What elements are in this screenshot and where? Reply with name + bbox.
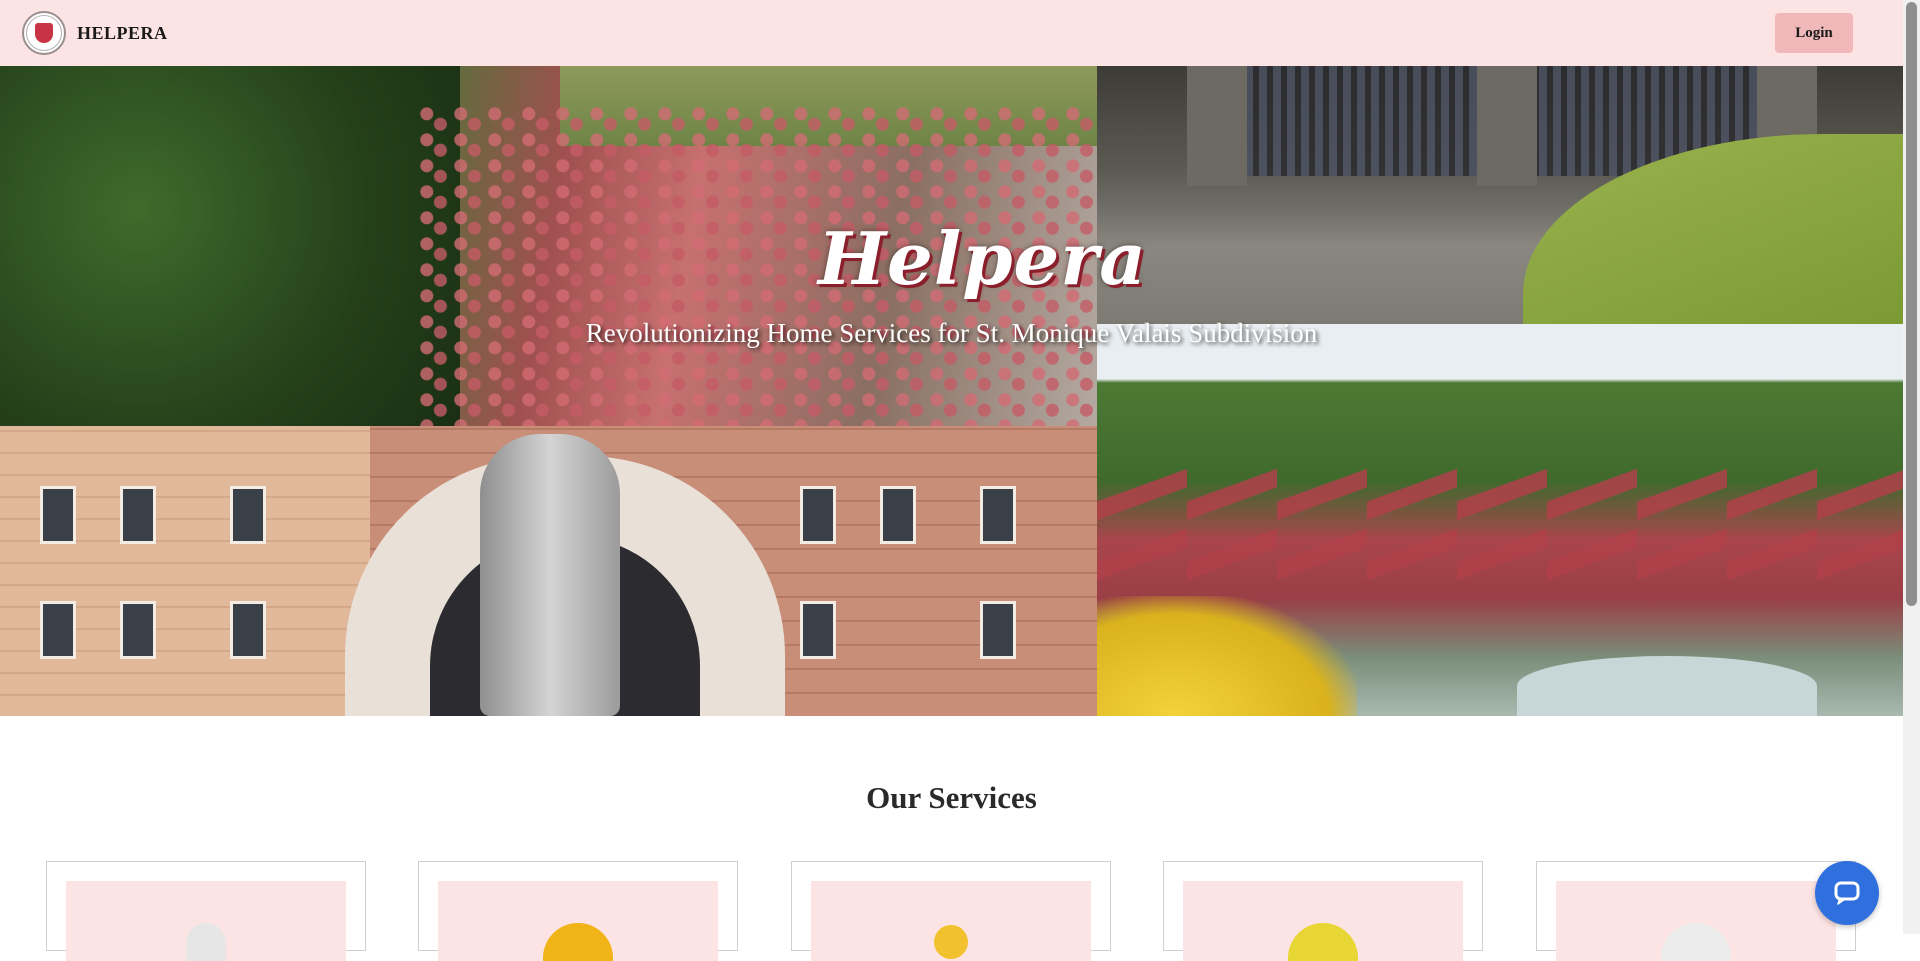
service-card[interactable]: [418, 861, 738, 961]
service-thumbnail: [811, 881, 1091, 961]
scrollbar-thumb[interactable]: [1906, 2, 1917, 606]
hard-hat-icon: [543, 923, 613, 961]
hero-image-houses-court: [1097, 324, 1903, 716]
service-thumbnail: [1556, 881, 1836, 961]
hero-subtitle: Revolutionizing Home Services for St. Mo…: [585, 318, 1318, 348]
service-thumbnail: [438, 881, 718, 961]
ball-icon: [1288, 923, 1358, 961]
services-heading: Our Services: [866, 780, 1037, 815]
login-button[interactable]: Login: [1775, 13, 1853, 53]
hero-title: Helpera: [818, 216, 1147, 301]
chat-button[interactable]: [1815, 861, 1879, 925]
service-card[interactable]: [1163, 861, 1483, 961]
logo-icon[interactable]: [22, 11, 66, 55]
brand[interactable]: HELPERA: [22, 11, 168, 55]
vertical-scrollbar[interactable]: [1903, 0, 1920, 934]
gloves-icon: [186, 923, 226, 961]
top-navbar: HELPERA Login: [0, 0, 1903, 66]
service-card[interactable]: [1536, 861, 1856, 961]
chat-bubble-icon: [1834, 881, 1860, 905]
bucket-icon: [1661, 923, 1731, 961]
brand-name[interactable]: HELPERA: [77, 23, 168, 44]
hero-image-clubhouse-statue: [0, 426, 1097, 716]
service-thumbnail: [66, 881, 346, 961]
wrench-icon: [934, 925, 968, 959]
service-card[interactable]: [791, 861, 1111, 961]
hero-section: Helpera Revolutionizing Home Services fo…: [0, 66, 1903, 716]
hero-image-entrance-gate: [1097, 66, 1903, 324]
service-thumbnail: [1183, 881, 1463, 961]
service-card[interactable]: [46, 861, 366, 961]
